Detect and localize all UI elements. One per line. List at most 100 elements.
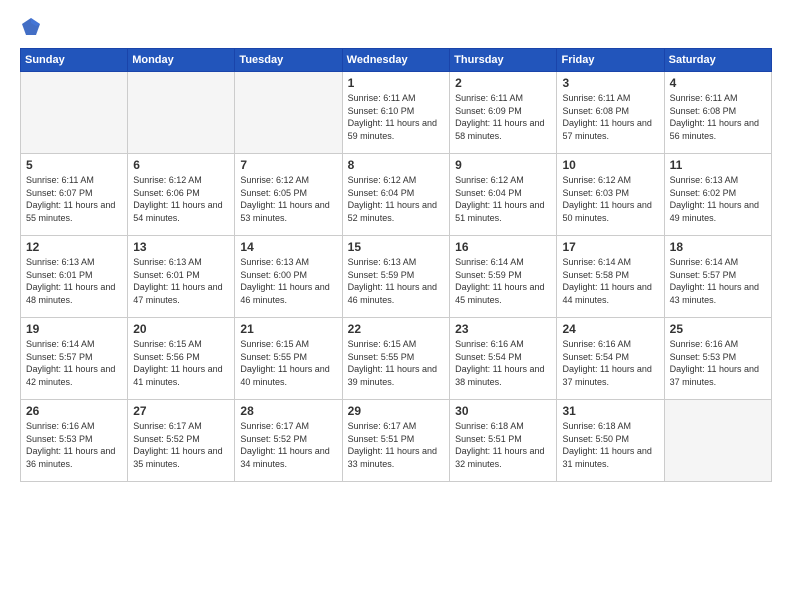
week-row: 19Sunrise: 6:14 AMSunset: 5:57 PMDayligh…	[21, 318, 772, 400]
day-info: Sunrise: 6:17 AMSunset: 5:51 PMDaylight:…	[348, 420, 444, 470]
day-number: 13	[133, 240, 229, 254]
week-row: 26 Sunrise: 6:16 AMSunset: 5:53 PMDayligh…	[21, 400, 772, 482]
header	[20, 16, 772, 38]
day-number: 29	[348, 404, 444, 418]
day-info: Sunrise: 6:15 AMSunset: 5:56 PMDaylight:…	[133, 338, 229, 388]
calendar-cell: 13 Sunrise: 6:13 AMSunset: 6:01 PMDayligh…	[128, 236, 235, 318]
day-info: Sunrise: 6:13 AMSunset: 6:01 PMDaylight:…	[26, 256, 122, 306]
calendar-cell: 27 Sunrise: 6:17 AMSunset: 5:52 PMDayligh…	[128, 400, 235, 482]
day-number: 17	[562, 240, 658, 254]
day-info: Sunrise: 6:13 AMSunset: 6:00 PMDaylight:…	[240, 256, 336, 306]
day-info: Sunrise: 6:15 AMSunset: 5:55 PMDaylight:…	[348, 338, 444, 388]
day-info: Sunrise: 6:18 AMSunset: 5:50 PMDaylight:…	[562, 420, 658, 470]
calendar-cell: 17 Sunrise: 6:14 AMSunset: 5:58 PMDayligh…	[557, 236, 664, 318]
day-info: Sunrise: 6:17 AMSunset: 5:52 PMDaylight:…	[133, 420, 229, 470]
weekday-header-cell: Monday	[128, 49, 235, 72]
calendar-cell: 22 Sunrise: 6:15 AMSunset: 5:55 PMDayligh…	[342, 318, 449, 400]
calendar-cell: 18Sunrise: 6:14 AMSunset: 5:57 PMDayligh…	[664, 236, 771, 318]
day-info: Sunrise: 6:14 AMSunset: 5:59 PMDaylight:…	[455, 256, 551, 306]
day-number: 24	[562, 322, 658, 336]
day-number: 5	[26, 158, 122, 172]
day-number: 1	[348, 76, 444, 90]
calendar-cell: 28Sunrise: 6:17 AMSunset: 5:52 PMDayligh…	[235, 400, 342, 482]
calendar-cell	[664, 400, 771, 482]
day-info: Sunrise: 6:16 AMSunset: 5:53 PMDaylight:…	[26, 420, 122, 470]
calendar-cell: 21 Sunrise: 6:15 AMSunset: 5:55 PMDayligh…	[235, 318, 342, 400]
calendar-cell: 3 Sunrise: 6:11 AMSunset: 6:08 PMDaylight…	[557, 72, 664, 154]
weekday-header-cell: Tuesday	[235, 49, 342, 72]
calendar-cell: 24 Sunrise: 6:16 AMSunset: 5:54 PMDayligh…	[557, 318, 664, 400]
calendar-table: SundayMondayTuesdayWednesdayThursdayFrid…	[20, 48, 772, 482]
calendar-cell: 14Sunrise: 6:13 AMSunset: 6:00 PMDayligh…	[235, 236, 342, 318]
calendar-cell: 23 Sunrise: 6:16 AMSunset: 5:54 PMDayligh…	[450, 318, 557, 400]
day-info: Sunrise: 6:16 AMSunset: 5:53 PMDaylight:…	[670, 338, 766, 388]
day-info: Sunrise: 6:14 AMSunset: 5:58 PMDaylight:…	[562, 256, 658, 306]
day-info: Sunrise: 6:11 AMSunset: 6:09 PMDaylight:…	[455, 92, 551, 142]
day-info: Sunrise: 6:11 AMSunset: 6:08 PMDaylight:…	[562, 92, 658, 142]
day-info: Sunrise: 6:15 AMSunset: 5:55 PMDaylight:…	[240, 338, 336, 388]
day-info: Sunrise: 6:12 AMSunset: 6:04 PMDaylight:…	[455, 174, 551, 224]
logo	[20, 16, 46, 38]
day-info: Sunrise: 6:16 AMSunset: 5:54 PMDaylight:…	[455, 338, 551, 388]
day-number: 27	[133, 404, 229, 418]
page: SundayMondayTuesdayWednesdayThursdayFrid…	[0, 0, 792, 612]
day-info: Sunrise: 6:12 AMSunset: 6:06 PMDaylight:…	[133, 174, 229, 224]
day-number: 25	[670, 322, 766, 336]
weekday-header-cell: Thursday	[450, 49, 557, 72]
week-row: 1 Sunrise: 6:11 AMSunset: 6:10 PMDaylight…	[21, 72, 772, 154]
day-info: Sunrise: 6:11 AMSunset: 6:08 PMDaylight:…	[670, 92, 766, 142]
day-number: 4	[670, 76, 766, 90]
day-info: Sunrise: 6:11 AMSunset: 6:10 PMDaylight:…	[348, 92, 444, 142]
calendar-cell: 7 Sunrise: 6:12 AMSunset: 6:05 PMDaylight…	[235, 154, 342, 236]
week-row: 5 Sunrise: 6:11 AMSunset: 6:07 PMDaylight…	[21, 154, 772, 236]
weekday-header-cell: Saturday	[664, 49, 771, 72]
day-number: 31	[562, 404, 658, 418]
day-info: Sunrise: 6:13 AMSunset: 6:01 PMDaylight:…	[133, 256, 229, 306]
calendar-cell: 25 Sunrise: 6:16 AMSunset: 5:53 PMDayligh…	[664, 318, 771, 400]
calendar-cell	[21, 72, 128, 154]
calendar-cell: 11 Sunrise: 6:13 AMSunset: 6:02 PMDayligh…	[664, 154, 771, 236]
calendar-cell: 30Sunrise: 6:18 AMSunset: 5:51 PMDayligh…	[450, 400, 557, 482]
day-number: 18	[670, 240, 766, 254]
day-number: 20	[133, 322, 229, 336]
calendar-cell: 15 Sunrise: 6:13 AMSunset: 5:59 PMDayligh…	[342, 236, 449, 318]
calendar-cell: 5 Sunrise: 6:11 AMSunset: 6:07 PMDaylight…	[21, 154, 128, 236]
day-number: 23	[455, 322, 551, 336]
calendar-cell: 29 Sunrise: 6:17 AMSunset: 5:51 PMDayligh…	[342, 400, 449, 482]
day-number: 7	[240, 158, 336, 172]
day-number: 9	[455, 158, 551, 172]
calendar-cell: 2Sunrise: 6:11 AMSunset: 6:09 PMDaylight…	[450, 72, 557, 154]
day-number: 12	[26, 240, 122, 254]
day-info: Sunrise: 6:13 AMSunset: 6:02 PMDaylight:…	[670, 174, 766, 224]
weekday-header-cell: Wednesday	[342, 49, 449, 72]
calendar-cell: 31 Sunrise: 6:18 AMSunset: 5:50 PMDayligh…	[557, 400, 664, 482]
calendar-cell: 8 Sunrise: 6:12 AMSunset: 6:04 PMDaylight…	[342, 154, 449, 236]
calendar-cell: 4 Sunrise: 6:11 AMSunset: 6:08 PMDaylight…	[664, 72, 771, 154]
day-info: Sunrise: 6:16 AMSunset: 5:54 PMDaylight:…	[562, 338, 658, 388]
day-number: 26	[26, 404, 122, 418]
weekday-header-cell: Friday	[557, 49, 664, 72]
calendar-cell: 1 Sunrise: 6:11 AMSunset: 6:10 PMDaylight…	[342, 72, 449, 154]
day-number: 22	[348, 322, 444, 336]
weekday-header-cell: Sunday	[21, 49, 128, 72]
calendar-cell: 26 Sunrise: 6:16 AMSunset: 5:53 PMDayligh…	[21, 400, 128, 482]
logo-icon	[20, 16, 42, 38]
calendar-cell: 16Sunrise: 6:14 AMSunset: 5:59 PMDayligh…	[450, 236, 557, 318]
day-info: Sunrise: 6:13 AMSunset: 5:59 PMDaylight:…	[348, 256, 444, 306]
day-info: Sunrise: 6:12 AMSunset: 6:04 PMDaylight:…	[348, 174, 444, 224]
calendar-cell: 12 Sunrise: 6:13 AMSunset: 6:01 PMDayligh…	[21, 236, 128, 318]
day-info: Sunrise: 6:12 AMSunset: 6:05 PMDaylight:…	[240, 174, 336, 224]
calendar-cell: 19Sunrise: 6:14 AMSunset: 5:57 PMDayligh…	[21, 318, 128, 400]
calendar-cell: 6 Sunrise: 6:12 AMSunset: 6:06 PMDaylight…	[128, 154, 235, 236]
day-number: 15	[348, 240, 444, 254]
day-number: 21	[240, 322, 336, 336]
calendar-cell: 10Sunrise: 6:12 AMSunset: 6:03 PMDayligh…	[557, 154, 664, 236]
day-info: Sunrise: 6:17 AMSunset: 5:52 PMDaylight:…	[240, 420, 336, 470]
day-number: 6	[133, 158, 229, 172]
day-number: 3	[562, 76, 658, 90]
week-row: 12 Sunrise: 6:13 AMSunset: 6:01 PMDayligh…	[21, 236, 772, 318]
day-info: Sunrise: 6:12 AMSunset: 6:03 PMDaylight:…	[562, 174, 658, 224]
day-number: 11	[670, 158, 766, 172]
day-info: Sunrise: 6:11 AMSunset: 6:07 PMDaylight:…	[26, 174, 122, 224]
day-number: 8	[348, 158, 444, 172]
